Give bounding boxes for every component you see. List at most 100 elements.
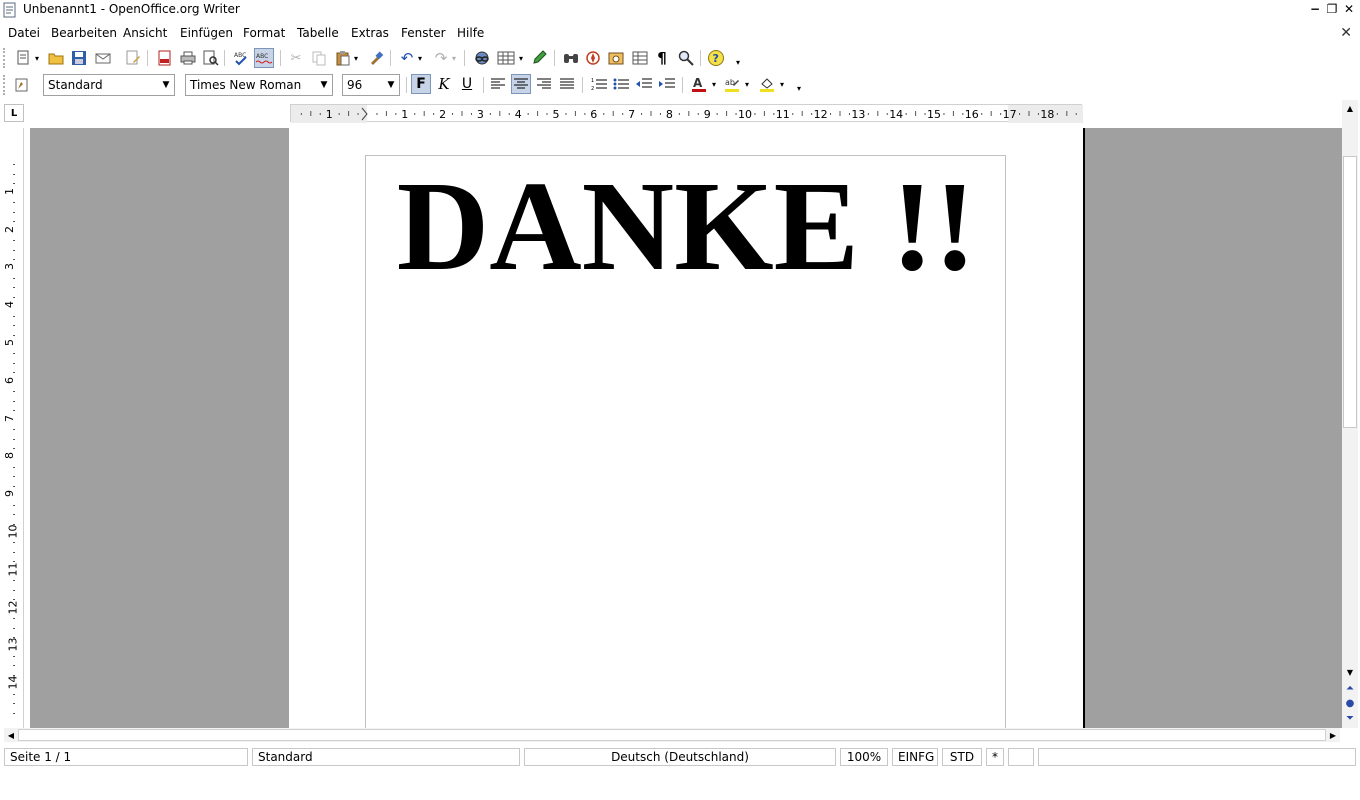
font-name-select[interactable]: Times New Roman ▼ — [185, 74, 333, 96]
insert-mode-indicator[interactable]: EINFG — [892, 748, 938, 766]
numbering-icon[interactable]: 12 — [589, 74, 609, 94]
toolbar-overflow-icon[interactable]: ▾ — [733, 52, 743, 72]
language-indicator[interactable]: Deutsch (Deutschland) — [524, 748, 836, 766]
scroll-down-icon[interactable]: ▼ — [1342, 664, 1358, 680]
edit-file-icon[interactable] — [123, 48, 143, 68]
spellcheck-icon[interactable]: ABC — [232, 48, 252, 68]
ruler-tick — [13, 183, 15, 185]
gallery-icon[interactable] — [606, 48, 626, 68]
menu-ansicht[interactable]: Ansicht — [123, 26, 167, 40]
background-color-dropdown-icon[interactable]: ▾ — [777, 74, 787, 94]
tab-stop-selector[interactable]: L — [4, 104, 24, 122]
menu-bearbeiten[interactable]: Bearbeiten — [51, 26, 117, 40]
open-folder-icon[interactable] — [46, 48, 66, 68]
help-icon[interactable]: ? — [706, 48, 726, 68]
scroll-up-icon[interactable]: ▲ — [1342, 100, 1358, 116]
digital-signature-indicator[interactable] — [1008, 748, 1034, 766]
vertical-ruler[interactable]: 1 2 3 4 5 6 7 8 9 10 11 12 13 14 — [3, 128, 24, 733]
vertical-scrollbar[interactable]: ▲ ▼ ⏶ ● ⏷ — [1342, 100, 1358, 728]
menu-format[interactable]: Format — [243, 26, 285, 40]
paste-dropdown-icon[interactable]: ▾ — [351, 48, 361, 68]
chevron-down-icon[interactable]: ▼ — [385, 78, 397, 92]
formatting-marks-icon[interactable]: ¶ — [652, 48, 672, 68]
toolbar-overflow-icon[interactable]: ▾ — [794, 78, 804, 98]
font-size-select[interactable]: 96 ▼ — [342, 74, 400, 96]
restore-icon[interactable]: ❐ — [1325, 2, 1339, 16]
zoom-icon[interactable] — [676, 48, 696, 68]
menu-hilfe[interactable]: Hilfe — [457, 26, 484, 40]
redo-icon[interactable]: ↷ — [431, 48, 451, 68]
document-heading[interactable]: DANKE !! — [366, 162, 1007, 290]
menu-fenster[interactable]: Fenster — [401, 26, 446, 40]
find-replace-icon[interactable] — [561, 48, 581, 68]
autospellcheck-icon[interactable]: ABC — [254, 48, 274, 68]
redo-dropdown-icon[interactable]: ▾ — [449, 48, 459, 68]
toolbar-grip[interactable] — [3, 75, 6, 95]
undo-dropdown-icon[interactable]: ▾ — [415, 48, 425, 68]
page-style-indicator[interactable]: Standard — [252, 748, 520, 766]
text-boundary[interactable]: DANKE !! — [365, 155, 1006, 728]
chevron-down-icon[interactable]: ▼ — [160, 78, 172, 92]
copy-icon[interactable] — [309, 48, 329, 68]
align-right-icon[interactable] — [534, 74, 554, 94]
scroll-thumb[interactable] — [18, 729, 1326, 741]
justify-icon[interactable] — [557, 74, 577, 94]
print-icon[interactable] — [178, 48, 198, 68]
decrease-indent-icon[interactable] — [634, 74, 654, 94]
highlighting-dropdown-icon[interactable]: ▾ — [742, 74, 752, 94]
menu-einfuegen[interactable]: Einfügen — [180, 26, 233, 40]
email-icon[interactable] — [93, 48, 113, 68]
bullets-icon[interactable] — [611, 74, 631, 94]
save-icon[interactable] — [69, 48, 89, 68]
underline-button[interactable]: U — [457, 74, 477, 94]
paste-icon[interactable] — [333, 48, 353, 68]
scroll-thumb[interactable] — [1343, 156, 1357, 428]
new-document-icon[interactable] — [14, 48, 34, 68]
new-dropdown-icon[interactable]: ▾ — [32, 48, 42, 68]
previous-page-icon[interactable]: ⏶ — [1342, 681, 1358, 695]
italic-button[interactable]: K — [434, 74, 454, 94]
toolbar-grip[interactable] — [3, 48, 6, 68]
selection-mode-indicator[interactable]: STD — [942, 748, 982, 766]
table-dropdown-icon[interactable]: ▾ — [516, 48, 526, 68]
ruler-label: 14 — [6, 675, 20, 690]
styles-formatting-icon[interactable] — [12, 75, 32, 95]
page-preview-icon[interactable] — [201, 48, 221, 68]
clone-formatting-icon[interactable] — [366, 48, 386, 68]
undo-icon[interactable]: ↶ — [397, 48, 417, 68]
ruler-tick — [13, 287, 15, 289]
table-icon[interactable] — [496, 48, 516, 68]
font-color-icon[interactable]: A — [689, 74, 709, 94]
horizontal-ruler[interactable]: 1 1 2 3 4 5 6 7 8 9 10 11 12 13 14 15 16 17 18 — [290, 104, 1083, 123]
page-indicator[interactable]: Seite 1 / 1 — [4, 748, 248, 766]
hyperlink-icon[interactable] — [472, 48, 492, 68]
bold-button[interactable]: F — [411, 74, 431, 94]
ruler-tick — [688, 111, 690, 116]
highlighting-icon[interactable]: ab — [722, 74, 742, 94]
chevron-down-icon[interactable]: ▼ — [318, 78, 330, 92]
align-center-icon[interactable] — [511, 74, 531, 94]
menu-tabelle[interactable]: Tabelle — [297, 26, 339, 40]
scroll-left-icon[interactable]: ◀ — [4, 728, 18, 742]
menu-extras[interactable]: Extras — [351, 26, 389, 40]
align-left-icon[interactable] — [488, 74, 508, 94]
minimize-icon[interactable]: − — [1308, 2, 1322, 16]
ruler-label: 8 — [666, 108, 673, 121]
increase-indent-icon[interactable] — [657, 74, 677, 94]
data-sources-icon[interactable] — [630, 48, 650, 68]
paragraph-style-select[interactable]: Standard ▼ — [43, 74, 175, 96]
draw-functions-icon[interactable] — [530, 48, 550, 68]
background-color-icon[interactable] — [757, 74, 777, 94]
scroll-right-icon[interactable]: ▶ — [1326, 728, 1340, 742]
export-pdf-icon[interactable] — [155, 48, 175, 68]
zoom-indicator[interactable]: 100% — [840, 748, 888, 766]
navigator-icon[interactable] — [583, 48, 603, 68]
close-document-icon[interactable]: ✕ — [1340, 25, 1352, 41]
next-page-icon[interactable]: ⏷ — [1342, 711, 1358, 725]
close-window-icon[interactable]: ✕ — [1342, 2, 1356, 16]
font-color-dropdown-icon[interactable]: ▾ — [709, 74, 719, 94]
horizontal-scrollbar[interactable]: ◀ ▶ — [4, 728, 1340, 742]
menu-datei[interactable]: Datei — [8, 26, 40, 40]
cut-icon[interactable]: ✂ — [286, 48, 306, 68]
navigation-icon[interactable]: ● — [1342, 696, 1358, 710]
